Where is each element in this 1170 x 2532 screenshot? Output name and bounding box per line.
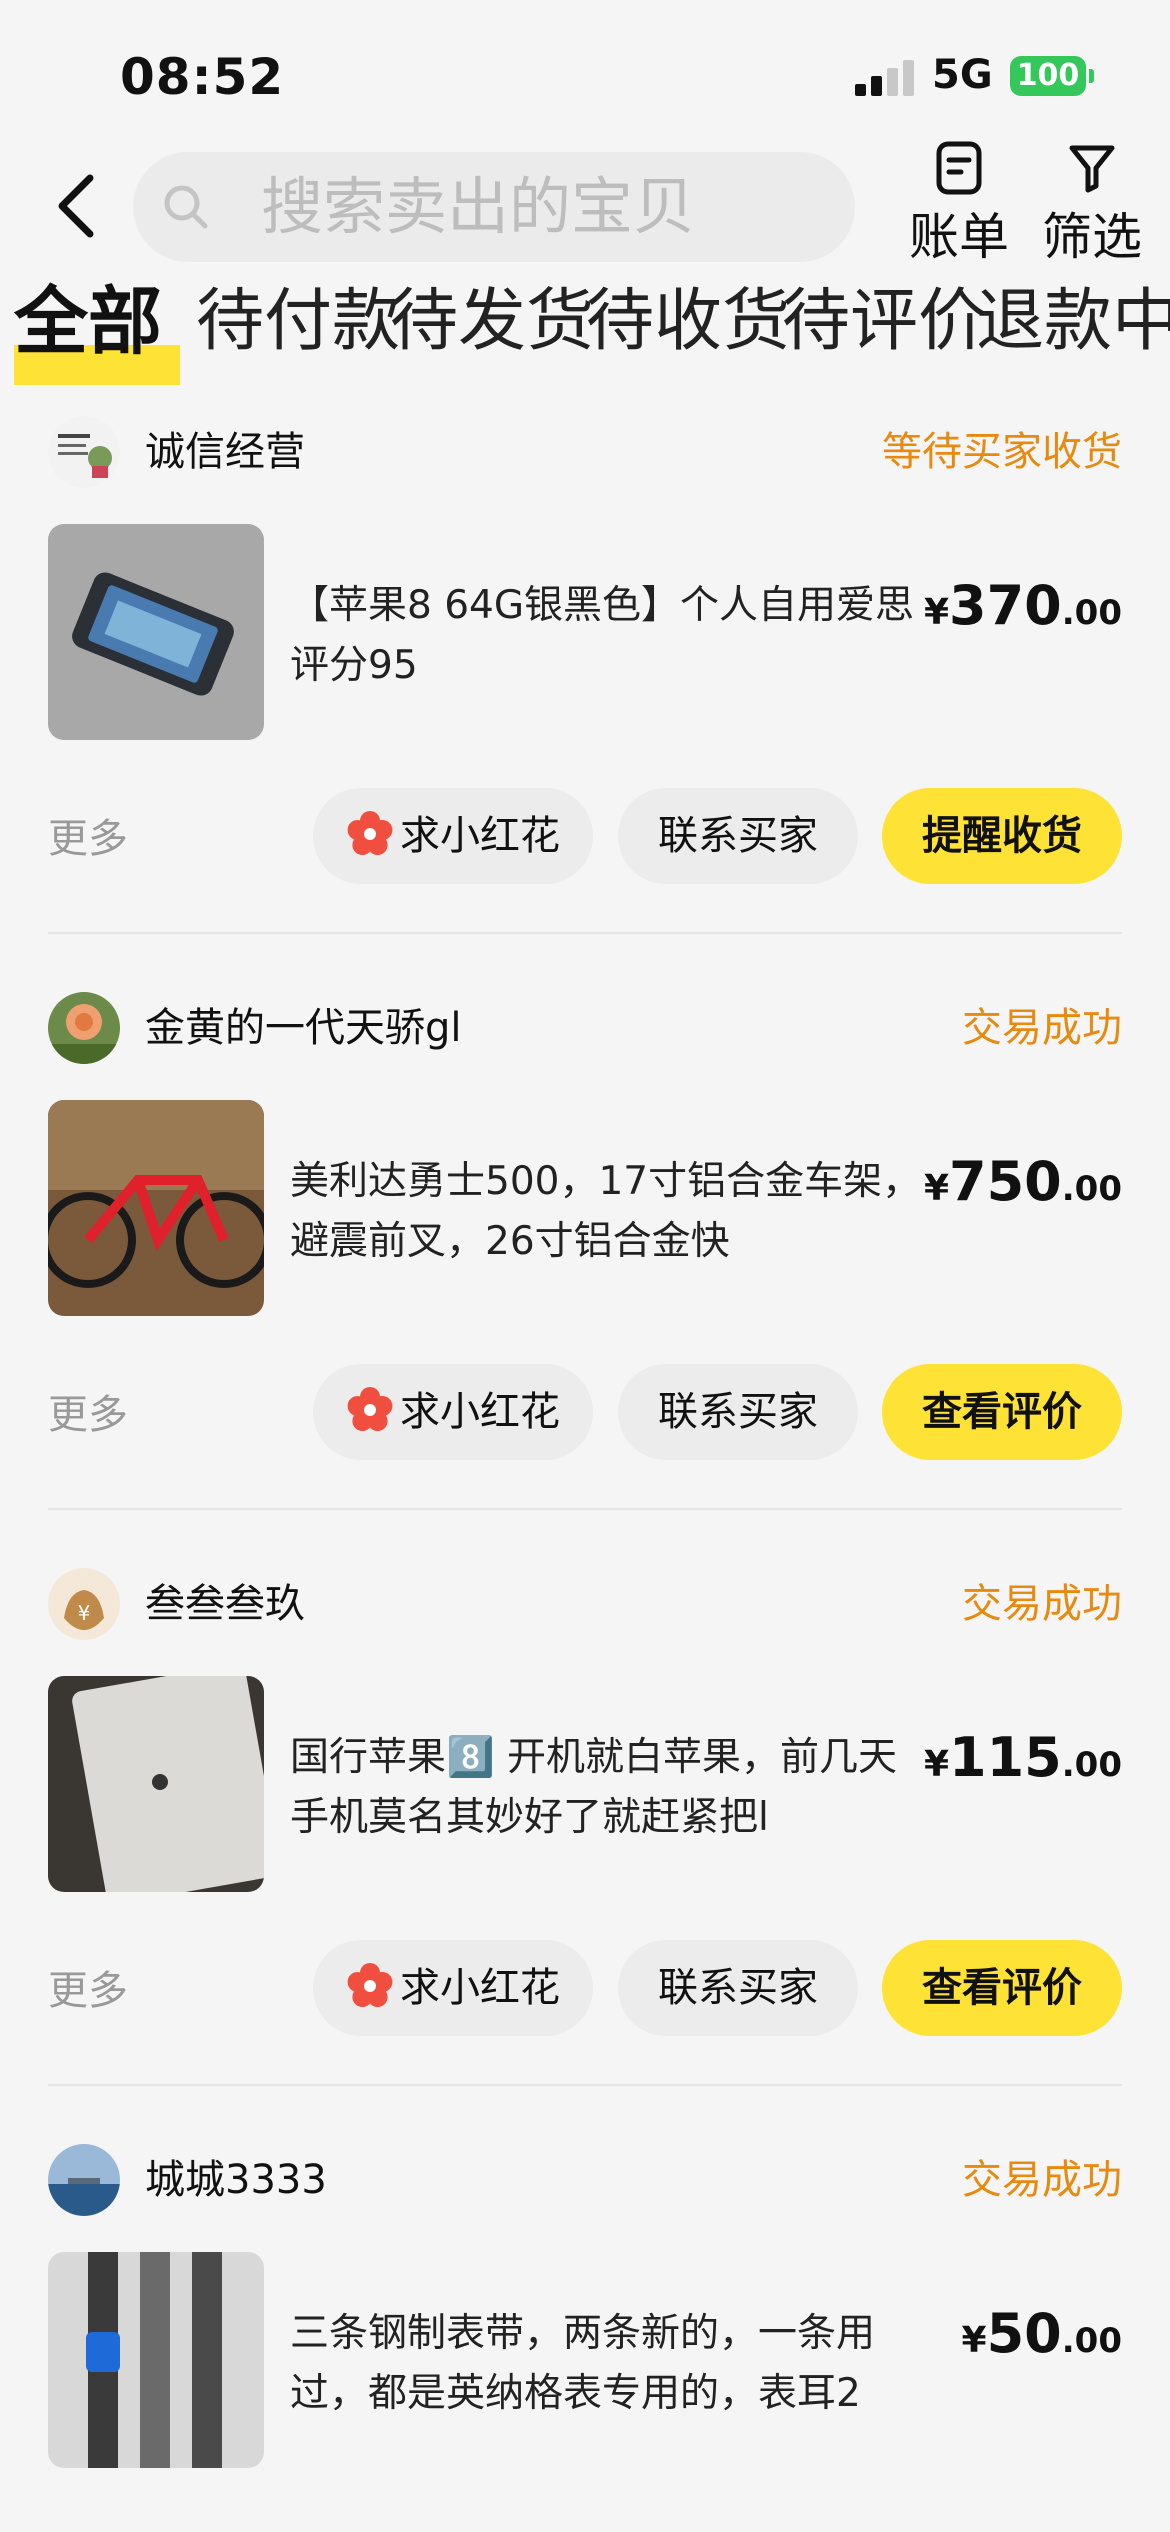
network-label: 5G	[932, 52, 993, 98]
remind-receipt-button[interactable]: 提醒收货	[882, 788, 1122, 884]
order-card[interactable]: 诚信经营 等待买家收货 【苹果8 64G银黑色】个人自用爱思评分95 ¥370.…	[0, 416, 1170, 992]
tab-all[interactable]: 全部	[14, 280, 162, 364]
contact-buyer-button[interactable]: 联系买家	[618, 788, 858, 884]
seller-name[interactable]: 金黄的一代天骄gl	[145, 998, 462, 1058]
tab-refund[interactable]: 退款中	[976, 280, 1170, 364]
status-bar: 08:52 5G 100	[0, 0, 1170, 150]
tab-pending-payment[interactable]: 待付款	[196, 280, 400, 364]
product-image[interactable]	[48, 1676, 264, 1892]
search-icon	[164, 185, 208, 229]
search-placeholder: 搜索卖出的宝贝	[261, 170, 696, 243]
bill-label: 账单	[909, 208, 1009, 266]
view-review-button[interactable]: 查看评价	[882, 1364, 1122, 1460]
order-card[interactable]: 城城3333 交易成功 三条钢制表带，两条新的，一条用过，都是英纳格表专用的，表…	[0, 2144, 1170, 2532]
product-price: ¥370.00	[923, 574, 1122, 637]
order-status: 等待买家收货	[882, 429, 1122, 475]
battery-icon: 100	[1010, 56, 1086, 96]
order-card[interactable]: ¥ 叁叁叁玖 交易成功 国行苹果8️⃣ 开机就白苹果，前几天手机莫名其妙好了就赶…	[0, 1568, 1170, 2144]
tab-pending-review[interactable]: 待评价	[782, 280, 986, 364]
svg-text:¥: ¥	[78, 1601, 91, 1625]
status-time: 08:52	[120, 48, 285, 106]
contact-buyer-button[interactable]: 联系买家	[618, 1940, 858, 2036]
signal-icon	[855, 60, 915, 96]
avatar[interactable]	[48, 992, 120, 1064]
more-link[interactable]: 更多	[48, 806, 128, 864]
request-flower-button[interactable]: 求小红花	[313, 1940, 593, 2036]
seller-name[interactable]: 诚信经营	[145, 422, 305, 482]
more-link[interactable]: 更多	[48, 1958, 128, 2016]
filter-label: 筛选	[1042, 208, 1142, 266]
flower-icon	[347, 1387, 393, 1431]
back-button[interactable]	[48, 170, 108, 242]
filter-button[interactable]: 筛选	[1036, 140, 1148, 266]
seller-name[interactable]: 叁叁叁玖	[145, 1574, 305, 1634]
product-title[interactable]: 三条钢制表带，两条新的，一条用过，都是英纳格表专用的，表耳2	[290, 2304, 930, 2424]
avatar[interactable]	[48, 2144, 120, 2216]
divider	[48, 1508, 1122, 1510]
product-title[interactable]: 国行苹果8️⃣ 开机就白苹果，前几天手机莫名其妙好了就赶紧把l	[290, 1728, 930, 1848]
order-status: 交易成功	[962, 1005, 1122, 1051]
more-link[interactable]: 更多	[48, 1382, 128, 1440]
search-input[interactable]: 搜索卖出的宝贝	[133, 152, 855, 262]
avatar[interactable]	[48, 416, 120, 488]
product-title[interactable]: 【苹果8 64G银黑色】个人自用爱思评分95	[290, 576, 930, 696]
request-flower-button[interactable]: 求小红花	[313, 788, 593, 884]
request-flower-button[interactable]: 求小红花	[313, 1364, 593, 1460]
product-price: ¥115.00	[923, 1726, 1122, 1789]
order-status: 交易成功	[962, 1581, 1122, 1627]
contact-buyer-button[interactable]: 联系买家	[618, 1364, 858, 1460]
tab-pending-shipment[interactable]: 待发货	[390, 280, 594, 364]
bill-button[interactable]: 账单	[903, 140, 1015, 266]
order-status: 交易成功	[962, 2157, 1122, 2203]
product-image[interactable]	[48, 524, 264, 740]
order-tabs: 全部 待付款 待发货 待收货 待评价 退款中	[0, 280, 1170, 392]
product-image[interactable]	[48, 2252, 264, 2468]
flower-icon	[347, 1963, 393, 2007]
product-image[interactable]	[48, 1100, 264, 1316]
battery-tip	[1089, 69, 1094, 83]
order-card[interactable]: 金黄的一代天骄gl 交易成功 美利达勇士500，17寸铝合金车架，避震前叉，26…	[0, 992, 1170, 1568]
divider	[48, 2084, 1122, 2086]
filter-icon	[1069, 145, 1115, 193]
divider	[48, 932, 1122, 934]
product-price: ¥750.00	[923, 1150, 1122, 1213]
chevron-left-icon	[58, 174, 94, 238]
tab-pending-receipt[interactable]: 待收货	[586, 280, 790, 364]
product-price: ¥50.00	[961, 2302, 1122, 2365]
avatar[interactable]: ¥	[48, 1568, 120, 1640]
product-title[interactable]: 美利达勇士500，17寸铝合金车架，避震前叉，26寸铝合金快	[290, 1152, 930, 1272]
view-review-button[interactable]: 查看评价	[882, 1940, 1122, 2036]
bill-icon	[936, 141, 982, 195]
seller-name[interactable]: 城城3333	[145, 2150, 327, 2210]
flower-icon	[347, 811, 393, 855]
